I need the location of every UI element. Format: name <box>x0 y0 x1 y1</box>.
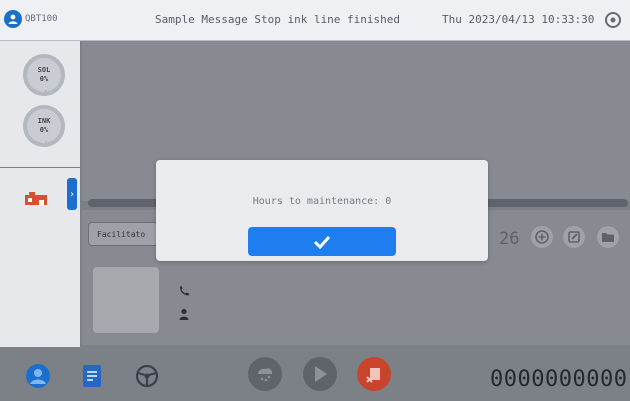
sol-gauge-label: SOL <box>37 66 51 74</box>
confirm-button[interactable] <box>248 227 396 256</box>
document-icon[interactable] <box>80 363 106 389</box>
print-counter: 0000000000 <box>490 367 628 392</box>
datetime: Thu 2023/04/13 10:33:30 <box>442 13 595 26</box>
settings-icon[interactable] <box>604 11 622 29</box>
steering-icon[interactable] <box>134 363 160 389</box>
brand: QBT100 <box>4 10 58 28</box>
job-count: 26 <box>499 229 520 249</box>
stop-print-icon[interactable] <box>357 357 391 391</box>
play-icon[interactable] <box>303 357 337 391</box>
top-bar: QBT100 Sample Message Stop ink line fini… <box>0 0 630 41</box>
job-thumbnail <box>93 267 159 333</box>
dialog-message: Hours to maintenance: 0 <box>252 196 392 207</box>
check-icon <box>313 235 331 249</box>
brand-label: QBT100 <box>25 14 58 24</box>
status-message: Sample Message Stop ink line finished <box>155 13 401 26</box>
user-icon <box>4 10 22 28</box>
left-panel: SOL 0% INK 0% <box>0 41 80 167</box>
phone-icon <box>178 282 190 296</box>
person-icon <box>178 305 190 320</box>
ink-gauge-label: INK <box>37 117 51 125</box>
folder-icon[interactable] <box>597 226 619 248</box>
edit-icon[interactable] <box>563 226 585 248</box>
nozzle-icon[interactable] <box>248 357 282 391</box>
ink-gauge-value: 0% <box>39 126 49 134</box>
chevron-right-icon[interactable]: › <box>67 178 77 210</box>
maintenance-dialog: Hours to maintenance: 0 <box>156 160 488 261</box>
ink-gauge: INK 0% <box>23 105 65 147</box>
alert-printer-icon[interactable] <box>25 192 47 212</box>
plus-icon[interactable] <box>531 226 553 248</box>
job-name-field[interactable]: Facilitato <box>88 222 158 246</box>
sol-gauge-value: 0% <box>39 75 49 83</box>
sol-gauge: SOL 0% <box>23 54 65 96</box>
user-circle-icon[interactable] <box>25 363 51 389</box>
